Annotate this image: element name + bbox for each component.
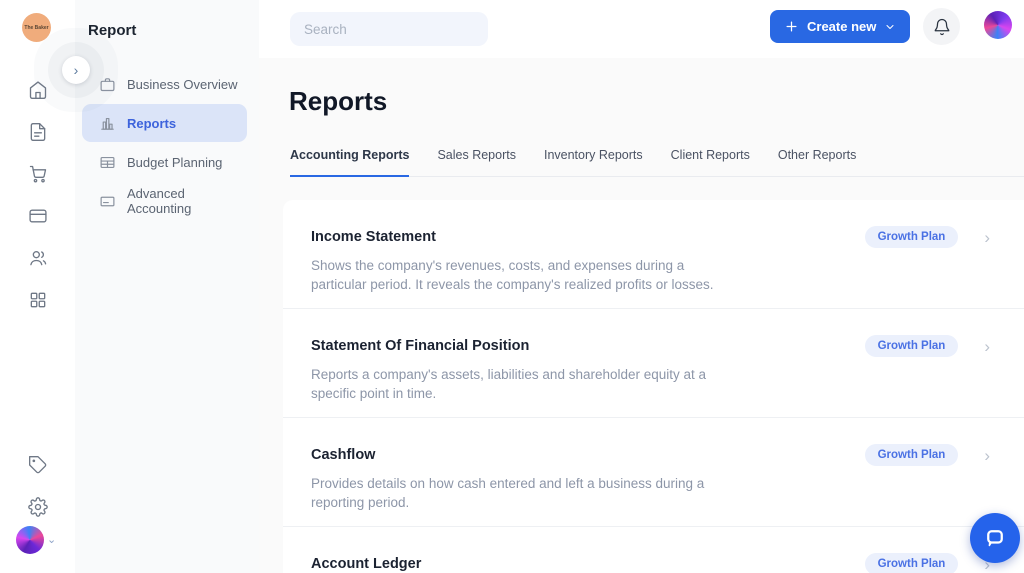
page-title: Reports (289, 86, 387, 117)
report-row-cashflow[interactable]: Cashflow Growth Plan › Provides details … (283, 417, 1024, 526)
user-avatar[interactable] (984, 11, 1012, 39)
sidebar-item-reports[interactable]: Reports (82, 104, 247, 142)
tab-other-reports[interactable]: Other Reports (778, 148, 857, 176)
sidebar-item-business-overview[interactable]: Business Overview (82, 65, 247, 103)
report-list-card: Income Statement Growth Plan › Shows the… (283, 200, 1024, 573)
report-description: Shows the company's revenues, costs, and… (311, 256, 741, 294)
reports-page: Reports Accounting Reports Sales Reports… (259, 58, 1024, 573)
sidebar-item-label: Reports (127, 116, 176, 131)
report-name: Income Statement (311, 228, 865, 246)
topbar: Create new (259, 0, 1024, 58)
chevron-right-icon[interactable]: › (984, 338, 990, 355)
plan-badge: Growth Plan (865, 444, 959, 466)
main-area: Create new Reports Accounting Reports Sa… (259, 0, 1024, 573)
tab-client-reports[interactable]: Client Reports (671, 148, 750, 176)
report-name: Account Ledger (311, 555, 865, 573)
sidebar-collapse-button[interactable]: › (62, 56, 90, 84)
spreadsheet-icon (99, 154, 116, 171)
chat-widget-button[interactable] (970, 513, 1020, 563)
tab-sales-reports[interactable]: Sales Reports (437, 148, 516, 176)
plus-icon (784, 19, 799, 34)
report-row-account-ledger[interactable]: Account Ledger Growth Plan › Shows the t… (283, 526, 1024, 573)
settings-icon[interactable] (28, 497, 48, 517)
create-new-label: Create new (807, 19, 876, 34)
app-logo[interactable]: The Baker (22, 13, 51, 42)
plan-badge: Growth Plan (865, 335, 959, 357)
cart-icon[interactable] (28, 164, 48, 184)
sidebar-item-advanced-accounting[interactable]: Advanced Accounting (82, 182, 247, 220)
documents-icon[interactable] (28, 122, 48, 142)
sidebar-item-label: Budget Planning (127, 155, 222, 170)
report-name: Statement Of Financial Position (311, 337, 865, 355)
report-description: Provides details on how cash entered and… (311, 474, 741, 512)
tag-icon[interactable] (28, 455, 48, 475)
chevron-right-icon[interactable]: › (984, 229, 990, 246)
report-tabs: Accounting Reports Sales Reports Invento… (290, 148, 1024, 177)
create-new-button[interactable]: Create new (770, 10, 910, 43)
users-icon[interactable] (28, 248, 48, 268)
chevron-right-icon[interactable]: › (984, 447, 990, 464)
ledger-icon (99, 193, 116, 210)
report-row-income-statement[interactable]: Income Statement Growth Plan › Shows the… (283, 200, 1024, 308)
tab-accounting-reports[interactable]: Accounting Reports (290, 148, 409, 177)
sidebar-menu: Business Overview Reports Budget Plannin… (82, 65, 247, 221)
sidebar-title: Report (88, 22, 136, 39)
apps-icon[interactable] (28, 290, 48, 310)
home-icon[interactable] (28, 80, 48, 100)
bar-chart-icon (99, 115, 116, 132)
report-description: Reports a company's assets, liabilities … (311, 365, 741, 403)
plan-badge: Growth Plan (865, 226, 959, 248)
report-row-financial-position[interactable]: Statement Of Financial Position Growth P… (283, 308, 1024, 417)
tab-inventory-reports[interactable]: Inventory Reports (544, 148, 643, 176)
sidebar-user-avatar[interactable] (16, 526, 44, 554)
sidebar-item-label: Business Overview (127, 77, 238, 92)
icon-rail: The Baker ⌄ (0, 0, 75, 573)
chevron-down-icon (884, 21, 896, 33)
report-sidebar: Report Business Overview Reports Budget … (75, 0, 259, 573)
search-input[interactable] (290, 12, 488, 46)
report-name: Cashflow (311, 446, 865, 464)
plan-badge: Growth Plan (865, 553, 959, 573)
card-icon[interactable] (28, 206, 48, 226)
chat-bubble-icon (983, 526, 1007, 550)
bell-icon (933, 18, 951, 36)
chevron-down-icon[interactable]: ⌄ (47, 533, 56, 546)
sidebar-item-label: Advanced Accounting (127, 186, 247, 216)
briefcase-icon (99, 76, 116, 93)
notifications-button[interactable] (923, 8, 960, 45)
sidebar-item-budget-planning[interactable]: Budget Planning (82, 143, 247, 181)
